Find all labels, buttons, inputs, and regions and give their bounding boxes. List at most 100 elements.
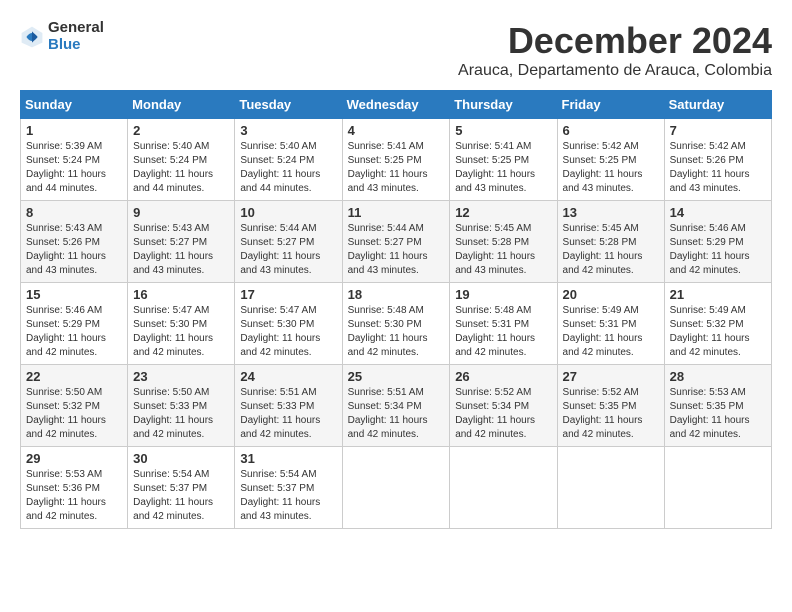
calendar-header-saturday: Saturday [664,91,771,119]
calendar-cell: 4 Sunrise: 5:41 AM Sunset: 5:25 PM Daylig… [342,119,450,201]
day-number: 14 [670,205,766,220]
day-info: Sunrise: 5:54 AM Sunset: 5:37 PM Dayligh… [240,468,336,524]
day-number: 20 [563,287,659,302]
day-info: Sunrise: 5:48 AM Sunset: 5:30 PM Dayligh… [348,304,445,360]
day-number: 26 [455,369,551,384]
day-number: 31 [240,451,336,466]
calendar-cell: 25 Sunrise: 5:51 AM Sunset: 5:34 PM Dayli… [342,365,450,447]
day-number: 27 [563,369,659,384]
day-info: Sunrise: 5:53 AM Sunset: 5:35 PM Dayligh… [670,386,766,442]
calendar-cell: 11 Sunrise: 5:44 AM Sunset: 5:27 PM Dayli… [342,201,450,283]
day-info: Sunrise: 5:50 AM Sunset: 5:33 PM Dayligh… [133,386,229,442]
calendar-cell [450,447,557,529]
calendar-cell: 26 Sunrise: 5:52 AM Sunset: 5:34 PM Dayli… [450,365,557,447]
day-info: Sunrise: 5:43 AM Sunset: 5:27 PM Dayligh… [133,222,229,278]
day-number: 10 [240,205,336,220]
day-info: Sunrise: 5:50 AM Sunset: 5:32 PM Dayligh… [26,386,122,442]
month-title: December 2024 [458,20,772,62]
day-number: 24 [240,369,336,384]
calendar-cell: 22 Sunrise: 5:50 AM Sunset: 5:32 PM Dayli… [21,365,128,447]
day-number: 5 [455,123,551,138]
calendar-cell [557,447,664,529]
calendar-cell: 13 Sunrise: 5:45 AM Sunset: 5:28 PM Dayli… [557,201,664,283]
calendar-cell: 14 Sunrise: 5:46 AM Sunset: 5:29 PM Dayli… [664,201,771,283]
calendar-header-thursday: Thursday [450,91,557,119]
calendar-cell: 21 Sunrise: 5:49 AM Sunset: 5:32 PM Dayli… [664,283,771,365]
calendar-cell: 5Sunrise: 5:41 AM Sunset: 5:25 PM Daylig… [450,119,557,201]
day-info: Sunrise: 5:46 AM Sunset: 5:29 PM Dayligh… [26,304,122,360]
calendar-header-wednesday: Wednesday [342,91,450,119]
day-number: 13 [563,205,659,220]
day-info: Sunrise: 5:42 AM Sunset: 5:25 PM Dayligh… [563,140,659,196]
calendar-cell: 16 Sunrise: 5:47 AM Sunset: 5:30 PM Dayli… [128,283,235,365]
calendar-cell: 27Sunrise: 5:52 AM Sunset: 5:35 PM Dayli… [557,365,664,447]
day-info: Sunrise: 5:41 AM Sunset: 5:25 PM Dayligh… [348,140,445,196]
day-number: 6 [563,123,659,138]
logo-text: General Blue [48,20,104,53]
day-info: Sunrise: 5:53 AM Sunset: 5:36 PM Dayligh… [26,468,122,524]
day-number: 19 [455,287,551,302]
calendar-cell: 8 Sunrise: 5:43 AM Sunset: 5:26 PM Daylig… [21,201,128,283]
day-info: Sunrise: 5:54 AM Sunset: 5:37 PM Dayligh… [133,468,229,524]
day-number: 8 [26,205,122,220]
day-number: 4 [348,123,445,138]
day-number: 16 [133,287,229,302]
day-info: Sunrise: 5:52 AM Sunset: 5:34 PM Dayligh… [455,386,551,442]
day-info: Sunrise: 5:48 AM Sunset: 5:31 PM Dayligh… [455,304,551,360]
day-number: 23 [133,369,229,384]
day-number: 9 [133,205,229,220]
day-number: 3 [240,123,336,138]
logo-icon [20,25,44,49]
day-number: 21 [670,287,766,302]
day-number: 17 [240,287,336,302]
header-section: General Blue December 2024 Arauca, Depar… [20,20,772,80]
calendar-cell: 28 Sunrise: 5:53 AM Sunset: 5:35 PM Dayli… [664,365,771,447]
calendar-week-row: 8 Sunrise: 5:43 AM Sunset: 5:26 PM Daylig… [21,201,772,283]
day-number: 15 [26,287,122,302]
calendar-header-tuesday: Tuesday [235,91,342,119]
calendar-cell: 15 Sunrise: 5:46 AM Sunset: 5:29 PM Dayli… [21,283,128,365]
day-info: Sunrise: 5:44 AM Sunset: 5:27 PM Dayligh… [348,222,445,278]
day-info: Sunrise: 5:51 AM Sunset: 5:33 PM Dayligh… [240,386,336,442]
day-number: 22 [26,369,122,384]
day-info: Sunrise: 5:42 AM Sunset: 5:26 PM Dayligh… [670,140,766,196]
calendar-cell: 20 Sunrise: 5:49 AM Sunset: 5:31 PM Dayli… [557,283,664,365]
day-info: Sunrise: 5:40 AM Sunset: 5:24 PM Dayligh… [133,140,229,196]
logo: General Blue [20,20,104,53]
day-number: 28 [670,369,766,384]
calendar-cell: 12Sunrise: 5:45 AM Sunset: 5:28 PM Dayli… [450,201,557,283]
day-number: 2 [133,123,229,138]
calendar-cell: 6 Sunrise: 5:42 AM Sunset: 5:25 PM Daylig… [557,119,664,201]
calendar-cell: 17 Sunrise: 5:47 AM Sunset: 5:30 PM Dayli… [235,283,342,365]
calendar-week-row: 22 Sunrise: 5:50 AM Sunset: 5:32 PM Dayli… [21,365,772,447]
day-info: Sunrise: 5:47 AM Sunset: 5:30 PM Dayligh… [240,304,336,360]
day-info: Sunrise: 5:47 AM Sunset: 5:30 PM Dayligh… [133,304,229,360]
day-number: 25 [348,369,445,384]
calendar-cell: 31 Sunrise: 5:54 AM Sunset: 5:37 PM Dayli… [235,447,342,529]
calendar-header-sunday: Sunday [21,91,128,119]
calendar-cell: 29Sunrise: 5:53 AM Sunset: 5:36 PM Dayli… [21,447,128,529]
day-info: Sunrise: 5:45 AM Sunset: 5:28 PM Dayligh… [563,222,659,278]
day-info: Sunrise: 5:49 AM Sunset: 5:32 PM Dayligh… [670,304,766,360]
day-number: 11 [348,205,445,220]
calendar-table: SundayMondayTuesdayWednesdayThursdayFrid… [20,90,772,529]
day-number: 12 [455,205,551,220]
day-info: Sunrise: 5:40 AM Sunset: 5:24 PM Dayligh… [240,140,336,196]
calendar-week-row: 15 Sunrise: 5:46 AM Sunset: 5:29 PM Dayli… [21,283,772,365]
calendar-cell [342,447,450,529]
calendar-cell: 7Sunrise: 5:42 AM Sunset: 5:26 PM Daylig… [664,119,771,201]
day-number: 1 [26,123,122,138]
calendar-cell: 3 Sunrise: 5:40 AM Sunset: 5:24 PM Daylig… [235,119,342,201]
day-info: Sunrise: 5:44 AM Sunset: 5:27 PM Dayligh… [240,222,336,278]
day-info: Sunrise: 5:49 AM Sunset: 5:31 PM Dayligh… [563,304,659,360]
day-info: Sunrise: 5:43 AM Sunset: 5:26 PM Dayligh… [26,222,122,278]
day-info: Sunrise: 5:46 AM Sunset: 5:29 PM Dayligh… [670,222,766,278]
calendar-week-row: 1 Sunrise: 5:39 AM Sunset: 5:24 PM Daylig… [21,119,772,201]
logo-general: General [48,20,104,37]
calendar-cell: 2 Sunrise: 5:40 AM Sunset: 5:24 PM Daylig… [128,119,235,201]
day-info: Sunrise: 5:51 AM Sunset: 5:34 PM Dayligh… [348,386,445,442]
day-info: Sunrise: 5:39 AM Sunset: 5:24 PM Dayligh… [26,140,122,196]
title-section: December 2024 Arauca, Departamento de Ar… [458,20,772,80]
calendar-week-row: 29Sunrise: 5:53 AM Sunset: 5:36 PM Dayli… [21,447,772,529]
calendar-cell: 19 Sunrise: 5:48 AM Sunset: 5:31 PM Dayli… [450,283,557,365]
